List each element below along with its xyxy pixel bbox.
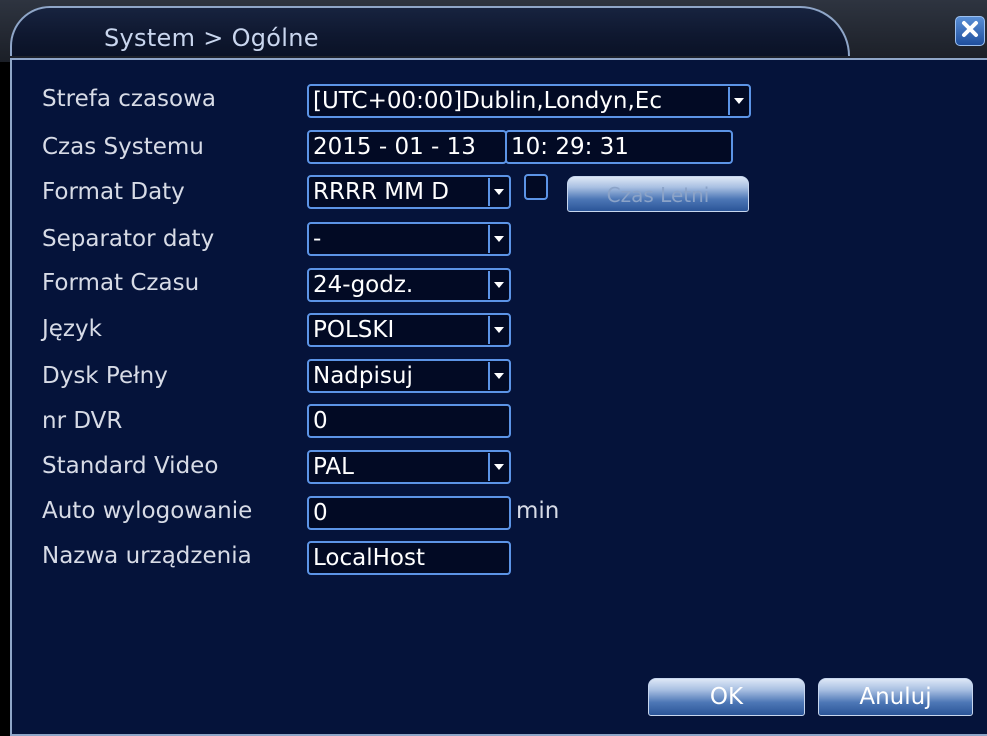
cancel-button[interactable]: Anuluj	[818, 678, 973, 716]
label-language: Język	[42, 316, 102, 342]
ok-button[interactable]: OK	[648, 678, 805, 716]
auto-logout-value: 0	[313, 500, 328, 526]
date-separator-select[interactable]: -	[307, 222, 511, 256]
chevron-down-icon[interactable]	[488, 362, 508, 390]
auto-logout-input[interactable]: 0	[307, 496, 511, 530]
ok-button-label: OK	[709, 684, 744, 710]
time-input[interactable]: 10: 29: 31	[505, 130, 733, 164]
chevron-down-icon[interactable]	[488, 316, 508, 344]
timezone-select[interactable]: [UTC+00:00]Dublin,Londyn,Ec	[307, 84, 751, 118]
date-input[interactable]: 2015 - 01 - 13	[307, 130, 507, 164]
label-date-separator: Separator daty	[42, 226, 215, 252]
date-value: 2015 - 01 - 13	[313, 134, 476, 160]
chevron-down-icon[interactable]	[488, 178, 508, 206]
dst-button[interactable]: Czas Letni	[567, 176, 749, 212]
video-standard-select[interactable]: PAL	[307, 450, 511, 484]
chevron-down-icon[interactable]	[488, 225, 508, 253]
title-bar: System > Ogólne	[0, 0, 987, 62]
window-tab: System > Ogólne	[10, 6, 850, 56]
window-title: System > Ogólne	[104, 24, 319, 52]
language-select[interactable]: POLSKI	[307, 313, 511, 347]
label-video-standard: Standard Video	[42, 453, 219, 479]
date-format-select[interactable]: RRRR MM D	[307, 175, 511, 209]
dst-checkbox[interactable]	[524, 174, 548, 200]
video-standard-value: PAL	[313, 454, 354, 480]
language-value: POLSKI	[313, 317, 395, 343]
close-button[interactable]	[955, 16, 985, 46]
label-timezone: Strefa czasowa	[42, 86, 216, 112]
date-separator-value: -	[313, 226, 322, 252]
cancel-button-label: Anuluj	[859, 684, 932, 710]
time-format-value: 24-godz.	[313, 272, 414, 298]
close-icon	[961, 20, 979, 42]
label-disk-full: Dysk Pełny	[42, 363, 168, 389]
chevron-down-icon[interactable]	[488, 453, 508, 481]
chevron-down-icon[interactable]	[728, 87, 748, 115]
timezone-value: [UTC+00:00]Dublin,Londyn,Ec	[313, 88, 662, 114]
chevron-down-icon[interactable]	[488, 271, 508, 299]
device-name-input[interactable]: LocalHost	[307, 541, 511, 575]
dst-button-label: Czas Letni	[606, 183, 710, 207]
time-value: 10: 29: 31	[511, 134, 629, 160]
time-format-select[interactable]: 24-godz.	[307, 268, 511, 302]
disk-full-select[interactable]: Nadpisuj	[307, 359, 511, 393]
label-date-format: Format Daty	[42, 179, 185, 205]
disk-full-value: Nadpisuj	[313, 363, 413, 389]
label-dvr-no: nr DVR	[42, 408, 123, 434]
date-format-value: RRRR MM D	[313, 179, 449, 205]
auto-logout-unit: min	[516, 498, 560, 524]
dvr-no-value: 0	[313, 408, 328, 434]
label-system-time: Czas Systemu	[42, 134, 204, 160]
dvr-no-input[interactable]: 0	[307, 404, 511, 438]
label-auto-logout: Auto wylogowanie	[42, 498, 253, 524]
device-name-value: LocalHost	[313, 545, 425, 571]
label-device-name: Nazwa urządzenia	[42, 543, 252, 569]
label-time-format: Format Czasu	[42, 270, 200, 296]
